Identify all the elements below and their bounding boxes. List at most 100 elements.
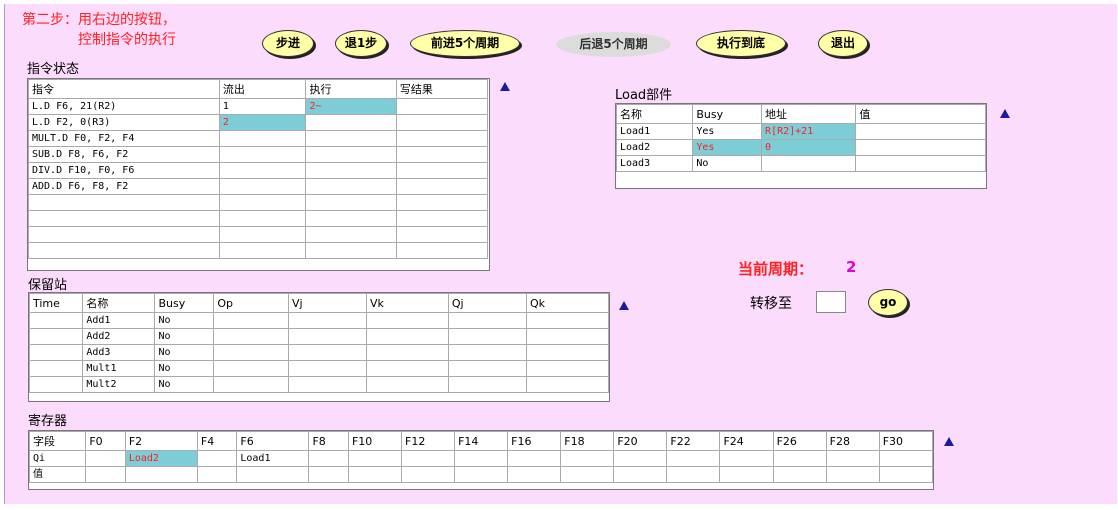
instr-status-row: DIV.D F10, F0, F6	[28, 162, 489, 179]
reservation-cell	[447, 344, 527, 361]
instr-status-cell: 2~	[305, 98, 397, 115]
registers-header-cell: F10	[347, 431, 403, 451]
instr-status-row: MULT.D F0, F2, F4	[28, 130, 489, 147]
instr-status-cell	[395, 146, 489, 163]
reservation-cell	[447, 312, 527, 329]
load-unit-header-cell: Busy	[692, 104, 763, 124]
registers-header-cell: 字段	[28, 431, 87, 451]
load-unit-cell: Load3	[615, 155, 694, 172]
load-unit-header-row: 名称 Busy 地址值	[615, 104, 986, 124]
registers-cell	[236, 466, 310, 483]
reservation-cell	[525, 344, 610, 361]
registers-cell	[85, 450, 126, 467]
reservation-scroll-up-icon[interactable]	[619, 301, 629, 310]
instr-status-cell: SUB.D F8, F6, F2	[28, 146, 220, 163]
registers-cell	[666, 466, 721, 483]
load-unit-cell: Load2	[615, 139, 694, 156]
registers-cell	[308, 450, 349, 467]
instr-status-cell	[305, 194, 397, 211]
registers-cell	[825, 466, 880, 483]
registers-scroll-up-icon[interactable]	[944, 437, 954, 446]
exit-button[interactable]: 退出	[818, 30, 868, 57]
registers-cell	[507, 450, 562, 467]
reservation-cell	[288, 312, 367, 329]
reservation-cell	[365, 376, 449, 393]
reservation-cell	[28, 376, 84, 393]
registers-cell	[347, 450, 403, 467]
instr-status-scroll-up-icon[interactable]	[500, 82, 510, 91]
instr-status-cell	[395, 194, 489, 211]
instr-status-cell	[305, 146, 397, 163]
reservation-cell: Add3	[82, 344, 156, 361]
load-unit-scroll-up-icon[interactable]	[1000, 109, 1010, 118]
registers-cell	[772, 466, 827, 483]
reservation-cell	[28, 328, 84, 345]
instr-status-cell: L.D F2, 0(R3)	[28, 114, 220, 131]
reservation-cell	[28, 344, 84, 361]
back-1-step-button[interactable]: 退1步	[335, 30, 387, 57]
registers-cell	[196, 450, 238, 467]
reservation-header-cell: Op	[213, 293, 290, 313]
registers-header-cell: F24	[719, 431, 774, 451]
reservation-cell	[288, 376, 367, 393]
registers-table: 字段 F0 F2 F4 F6 F8 F10 F12 F14 F16 F18 F20 F22 F24 F26 F…	[28, 431, 934, 483]
instr-status-cell	[305, 226, 397, 243]
load-unit-panel: 名称 Busy 地址值 Load1 Yes R[R2]+21 Load2 Yes 0 Load3 N…	[615, 103, 987, 189]
go-button[interactable]: go	[868, 289, 908, 316]
load-unit-cell: R[R2]+21	[761, 123, 857, 140]
reservation-title: 保留站	[28, 278, 68, 293]
registers-cell	[454, 466, 509, 483]
load-unit-cell: Yes	[692, 139, 763, 156]
reservation-cell	[365, 328, 449, 345]
run-to-end-button[interactable]: 执行到底	[696, 30, 786, 57]
instr-status-cell: MULT.D F0, F2, F4	[28, 130, 220, 147]
reservation-cell	[28, 312, 84, 329]
instr-status-cell	[395, 130, 489, 147]
reservation-cell: Mult1	[82, 360, 156, 377]
reservation-cell	[213, 344, 290, 361]
reservation-cell	[447, 360, 527, 377]
load-unit-cell	[855, 155, 986, 172]
instr-status-cell	[395, 178, 489, 195]
registers-cell	[308, 466, 349, 483]
load-unit-cell: Yes	[692, 123, 763, 140]
load-unit-header-cell: 名称	[615, 104, 694, 124]
instr-status-row: SUB.D F8, F6, F2	[28, 146, 489, 163]
reservation-header-cell: 名称	[82, 293, 156, 313]
registers-cell: Load2	[124, 450, 198, 467]
reservation-cell	[525, 360, 610, 377]
registers-header-cell: F20	[613, 431, 668, 451]
instr-status-cell	[395, 242, 489, 259]
registers-row: Qi Load2 Load1	[28, 450, 934, 467]
forward-5-cycles-button[interactable]: 前进5个周期	[410, 30, 520, 57]
step-button[interactable]: 步进	[262, 30, 314, 57]
reservation-cell	[365, 344, 449, 361]
reservation-cell: No	[154, 376, 215, 393]
instr-status-cell	[305, 162, 397, 179]
instr-status-cell	[395, 114, 489, 131]
reservation-cell	[213, 360, 290, 377]
goto-cycle-input[interactable]	[816, 291, 846, 313]
load-unit-header-cell: 地址	[761, 104, 857, 124]
back-5-cycles-button[interactable]: 后退5个周期	[556, 32, 671, 57]
reservation-row: Add2 No	[28, 328, 610, 345]
registers-cell: Load1	[236, 450, 310, 467]
registers-cell	[772, 450, 827, 467]
registers-header-cell: F4	[196, 431, 238, 451]
registers-header-cell: F0	[85, 431, 126, 451]
instr-status-header-cell: 写结果	[395, 79, 489, 99]
instr-status-cell: 1	[218, 98, 307, 115]
reservation-table: Time 名称 Busy Op Vj Vk Qj Qk Add1 No Add2 No Add3 No Mu…	[28, 293, 610, 393]
registers-cell	[825, 450, 880, 467]
registers-header-cell: F14	[454, 431, 509, 451]
registers-header-cell: F18	[560, 431, 615, 451]
registers-row: 值	[28, 466, 934, 483]
instr-status-cell	[218, 178, 307, 195]
current-cycle-label: 当前周期：	[738, 260, 814, 278]
load-unit-row: Load2 Yes 0	[615, 139, 986, 156]
reservation-cell	[365, 312, 449, 329]
reservation-header-cell: Qj	[447, 293, 527, 313]
instr-status-cell	[218, 146, 307, 163]
reservation-header-row: Time 名称 Busy Op Vj Vk Qj Qk	[28, 293, 610, 313]
reservation-cell	[447, 328, 527, 345]
